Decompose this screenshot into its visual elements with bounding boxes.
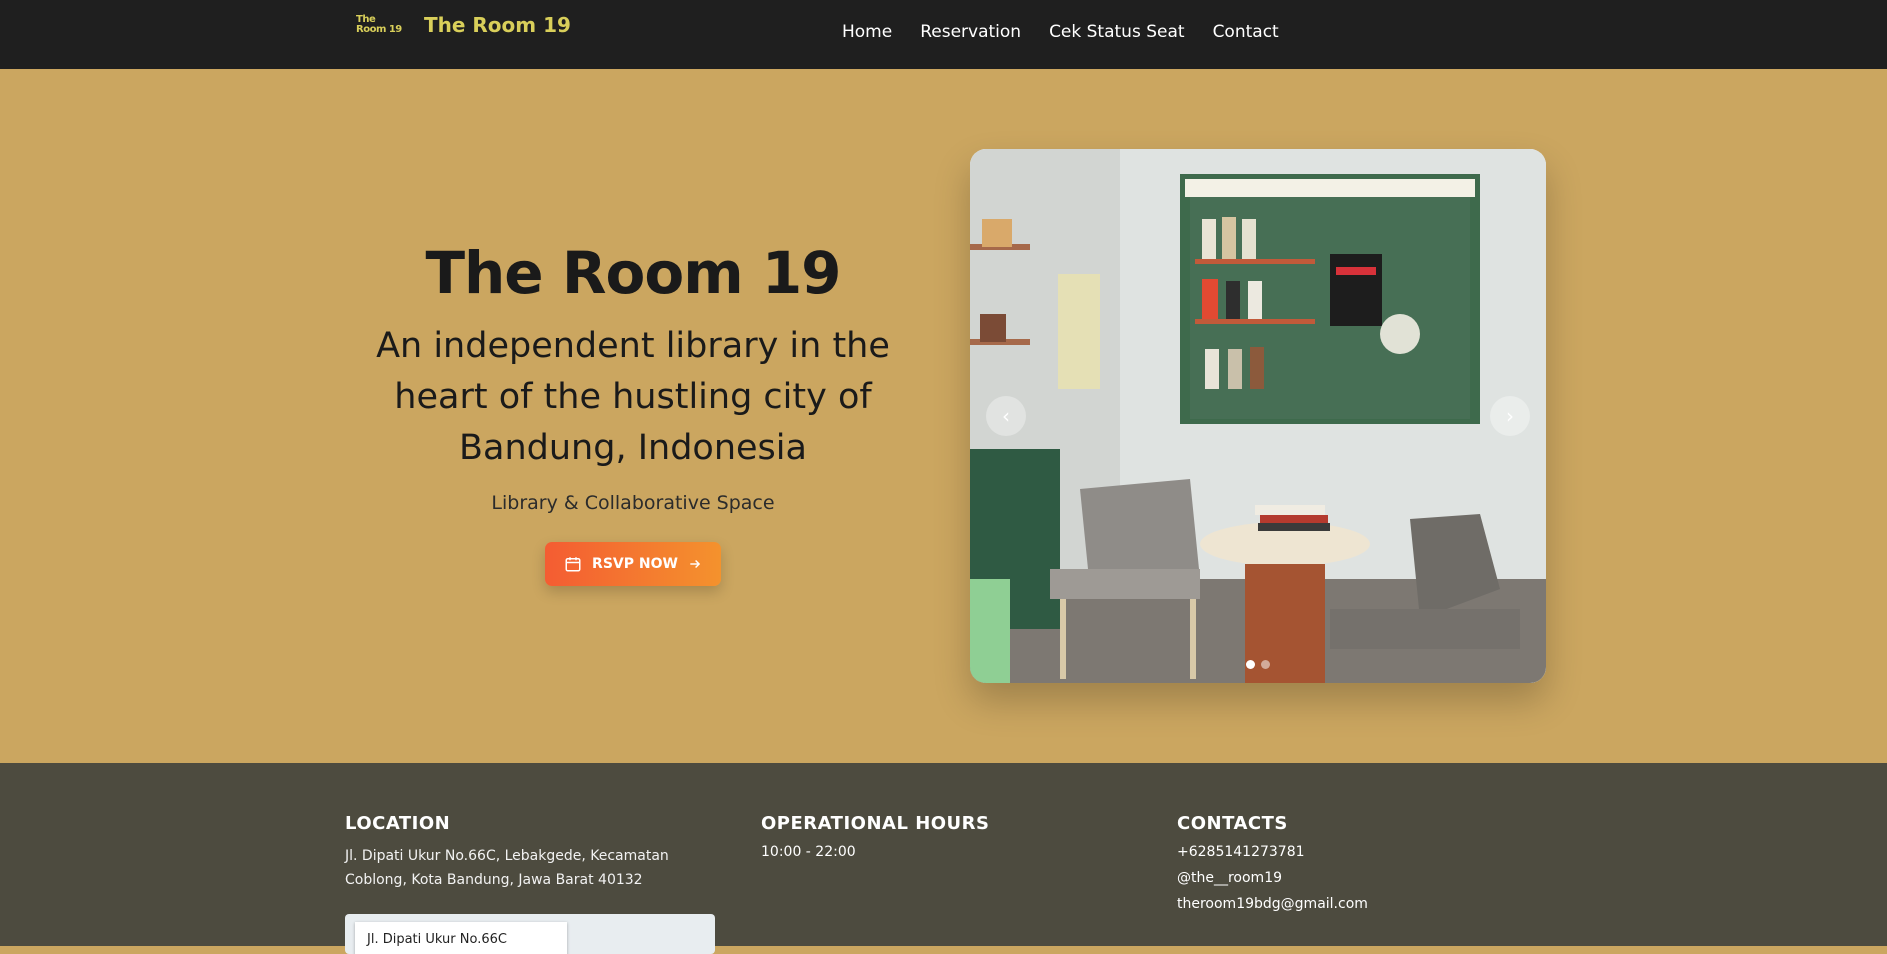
hero-tagline: Library & Collaborative Space [491,492,775,514]
hero-title: The Room 19 [425,239,841,307]
navbar: The Room 19 The Room 19 Home Reservation… [0,0,1887,69]
rsvp-label: RSVP NOW [592,556,678,572]
contact-phone[interactable]: +6285141273781 [1177,844,1557,860]
brand[interactable]: The Room 19 The Room 19 [356,13,571,37]
location-map[interactable]: Jl. Dipati Ukur No.66C [345,914,715,954]
library-interior-photo [970,149,1546,683]
location-column: LOCATION Jl. Dipati Ukur No.66C, Lebakge… [345,813,725,892]
carousel-dot-2[interactable] [1261,660,1270,669]
carousel-indicators [1246,660,1270,669]
hours-value: 10:00 - 22:00 [761,844,856,860]
footer: LOCATION Jl. Dipati Ukur No.66C, Lebakge… [0,763,1887,954]
carousel-dot-1[interactable] [1246,660,1255,669]
contacts-heading: CONTACTS [1177,813,1288,834]
nav-link-reservation[interactable]: Reservation [920,22,1021,42]
hours-heading: OPERATIONAL HOURS [761,813,990,834]
arrow-right-icon [690,559,701,569]
contact-instagram[interactable]: @the__room19 [1177,870,1557,886]
location-heading: LOCATION [345,813,451,834]
carousel-next-button[interactable]: › [1490,396,1530,436]
main-nav: Home Reservation Cek Status Seat Contact [842,22,1279,42]
hero-section: The Room 19 An independent library in th… [0,69,1887,763]
image-carousel[interactable]: ‹ › [970,149,1546,683]
contact-email[interactable]: theroom19bdg@gmail.com [1177,896,1557,912]
brand-name[interactable]: The Room 19 [424,13,571,37]
nav-link-cek-status-seat[interactable]: Cek Status Seat [1049,22,1185,42]
hero-subtitle: An independent library in the heart of t… [376,326,890,468]
location-address: Jl. Dipati Ukur No.66C, Lebakgede, Kecam… [345,848,669,888]
hours-column: OPERATIONAL HOURS 10:00 - 22:00 [761,813,1141,860]
contacts-column: CONTACTS +6285141273781 @the__room19 the… [1177,813,1557,912]
calendar-icon [565,557,581,572]
logo-line-2: Room 19 [356,24,402,35]
map-place-label: Jl. Dipati Ukur No.66C [355,922,567,954]
hero-text: The Room 19 An independent library in th… [360,239,906,586]
chevron-left-icon: ‹ [1002,404,1010,428]
carousel-prev-button[interactable]: ‹ [986,396,1026,436]
nav-link-contact[interactable]: Contact [1213,22,1279,42]
chevron-right-icon: › [1506,404,1514,428]
logo[interactable]: The Room 19 [356,15,406,35]
rsvp-button[interactable]: RSVP NOW [545,542,721,586]
nav-link-home[interactable]: Home [842,22,892,42]
